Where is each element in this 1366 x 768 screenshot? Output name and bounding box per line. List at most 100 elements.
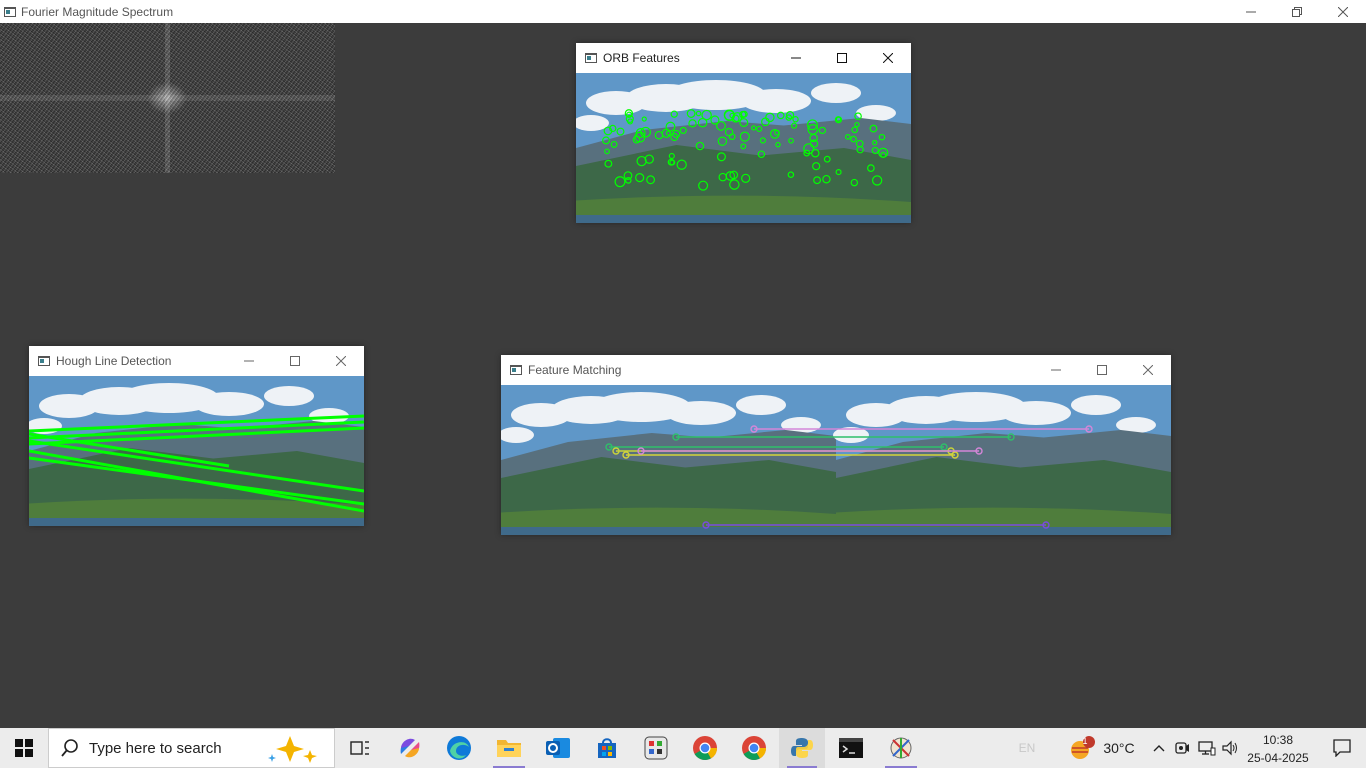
main-window-title: Fourier Magnitude Spectrum [21, 4, 174, 19]
maximize-button[interactable] [1079, 355, 1125, 385]
close-button[interactable] [1125, 355, 1171, 385]
outlook-button[interactable] [534, 728, 582, 768]
store-button[interactable] [583, 728, 631, 768]
lake [29, 518, 364, 526]
terminal-button[interactable] [827, 728, 875, 768]
maximize-button[interactable] [819, 43, 865, 73]
maximize-icon [290, 356, 300, 366]
cloud [811, 83, 861, 103]
copilot-icon [400, 738, 420, 758]
maximize-icon [1097, 365, 1107, 375]
python-button[interactable] [779, 728, 825, 768]
fourier-spectrum-image [0, 23, 335, 173]
python-icon [791, 738, 813, 758]
task-view-icon [350, 741, 369, 755]
taskbar: Type here to search EN 1 30°C 10:38 25-0… [0, 728, 1366, 768]
network-tray-button[interactable] [1197, 728, 1217, 768]
weather-temperature: 30°C [1103, 740, 1135, 756]
camera-icon [1175, 742, 1189, 754]
chevron-up-icon [1153, 745, 1165, 752]
windows-logo-icon [15, 739, 33, 757]
volume-tray-button[interactable] [1221, 728, 1241, 768]
paint-app-button[interactable] [877, 728, 925, 768]
minimize-button[interactable] [1228, 0, 1274, 23]
cloud [741, 89, 811, 113]
landscape-photo [576, 73, 911, 223]
search-placeholder: Type here to search [89, 739, 222, 757]
orb-features-image [576, 73, 911, 223]
minimize-icon [791, 57, 801, 59]
cloud [736, 395, 786, 415]
weather-badge-count: 1 [1082, 736, 1088, 746]
close-icon [1338, 6, 1348, 17]
chrome-profile-button[interactable] [730, 728, 778, 768]
system-clock[interactable]: 10:38 25-04-2025 [1243, 728, 1313, 768]
orb-features-window[interactable]: ORB Features [576, 43, 911, 223]
close-button[interactable] [318, 346, 364, 376]
weather-widget[interactable]: 1 30°C [1062, 728, 1142, 768]
calculator-app-button[interactable] [632, 728, 680, 768]
restore-button[interactable] [1274, 0, 1320, 23]
meet-now-tray-button[interactable] [1173, 728, 1191, 768]
orb-window-title: ORB Features [603, 51, 680, 65]
minimize-button[interactable] [773, 43, 819, 73]
chrome-button[interactable] [681, 728, 729, 768]
matching-scene-svg [501, 385, 1171, 535]
language-label: EN [1018, 741, 1036, 755]
search-box[interactable]: Type here to search [48, 728, 335, 768]
window-app-icon [585, 53, 597, 63]
clock-date: 25-04-2025 [1247, 751, 1309, 765]
copilot-sparkle-icon [268, 736, 317, 763]
window-app-icon [38, 356, 50, 366]
cloud [666, 401, 736, 425]
hough-lines-window[interactable]: Hough Line Detection [29, 346, 364, 526]
copilot-button[interactable] [386, 728, 434, 768]
task-view-button[interactable] [336, 728, 384, 768]
restore-icon [1292, 6, 1302, 17]
orb-window-titlebar[interactable]: ORB Features [576, 43, 911, 73]
notifications-button[interactable] [1318, 728, 1366, 768]
close-button[interactable] [865, 43, 911, 73]
orb-scene-svg [576, 73, 911, 223]
file-explorer-button[interactable] [485, 728, 533, 768]
show-hidden-icons-button[interactable] [1150, 728, 1168, 768]
maximize-icon [837, 53, 847, 63]
minimize-icon [1051, 369, 1061, 371]
feature-matching-image [501, 385, 1171, 535]
terminal-icon [839, 738, 863, 758]
outlook-icon [546, 738, 570, 758]
calculator-icon [644, 736, 668, 760]
start-button[interactable] [0, 728, 48, 768]
close-icon [1143, 365, 1153, 375]
close-button[interactable] [1320, 0, 1366, 23]
chrome-icon [742, 736, 766, 761]
minimize-button[interactable] [1033, 355, 1079, 385]
hough-window-titlebar[interactable]: Hough Line Detection [29, 346, 364, 376]
edge-button[interactable] [435, 728, 483, 768]
lake [576, 215, 911, 223]
edge-icon [447, 736, 471, 760]
chrome-icon [693, 736, 717, 761]
matching-window-title: Feature Matching [528, 363, 622, 377]
minimize-button[interactable] [226, 346, 272, 376]
cloud [1001, 401, 1071, 425]
feature-matching-window[interactable]: Feature Matching [501, 355, 1171, 535]
lake [501, 527, 836, 535]
landscape-photo [833, 385, 1171, 535]
language-indicator[interactable]: EN [1010, 728, 1044, 768]
window-app-icon [510, 365, 522, 375]
network-icon [1198, 741, 1216, 756]
cloud [1071, 395, 1121, 415]
main-window-titlebar: Fourier Magnitude Spectrum [0, 0, 1366, 23]
matching-window-titlebar[interactable]: Feature Matching [501, 355, 1171, 385]
window-app-icon [4, 6, 16, 17]
minimize-icon [244, 360, 254, 362]
cloud [194, 392, 264, 416]
hough-window-title: Hough Line Detection [56, 354, 172, 368]
search-icon [61, 739, 78, 757]
lake [836, 527, 1171, 535]
notification-icon [1333, 739, 1351, 757]
maximize-button[interactable] [272, 346, 318, 376]
paint-icon [890, 737, 912, 759]
hough-scene-svg [29, 376, 364, 526]
